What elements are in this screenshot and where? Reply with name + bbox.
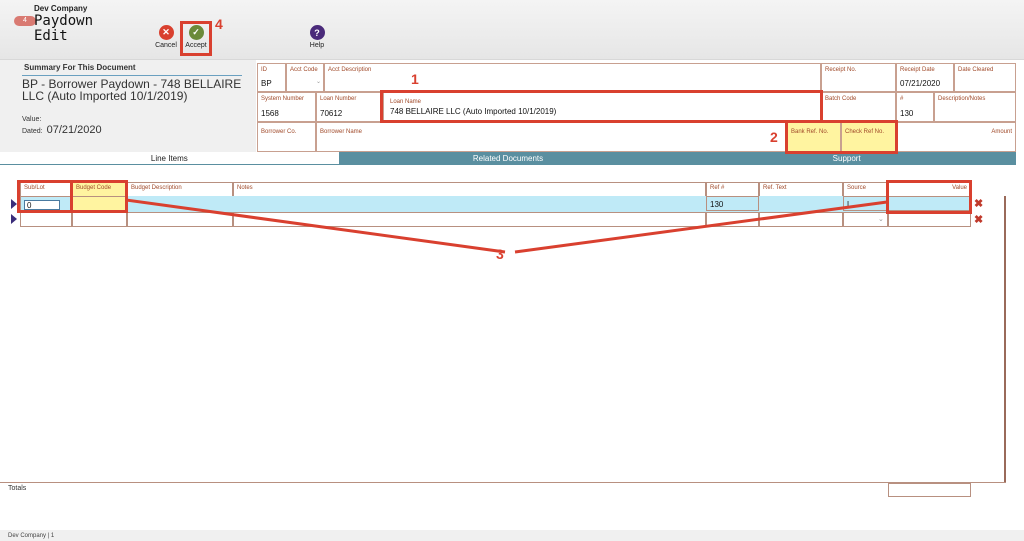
chevron-down-icon: ⌄ xyxy=(878,216,884,223)
summary-heading: Summary For This Document xyxy=(24,63,136,72)
amount-label: Amount xyxy=(991,129,1012,135)
acct-description-field[interactable]: Acct Description xyxy=(324,63,821,92)
date-cleared-field[interactable]: Date Cleared xyxy=(954,63,1016,92)
callout-2: 2 xyxy=(770,129,778,145)
receipt-date-field[interactable]: Receipt Date 07/21/2020 xyxy=(896,63,954,92)
number-field[interactable]: # 130 xyxy=(896,92,934,122)
row-pointer-icon xyxy=(11,214,17,224)
help-label: Help xyxy=(309,42,325,49)
borrower-co-field[interactable]: Borrower Co. xyxy=(257,122,316,152)
callout-box-budget-code xyxy=(70,180,128,213)
borrower-co-label: Borrower Co. xyxy=(261,129,297,135)
footer: Dev Company | 1 xyxy=(0,530,1024,541)
callout-box-ref-numbers xyxy=(785,120,898,154)
system-number-label: System Number xyxy=(261,96,305,102)
receipt-date-label: Receipt Date xyxy=(900,67,935,73)
totals-value xyxy=(888,483,971,497)
acct-description-label: Acct Description xyxy=(328,67,372,73)
date-cleared-label: Date Cleared xyxy=(958,67,994,73)
callout-4: 4 xyxy=(215,16,223,32)
loan-number-label: Loan Number xyxy=(320,96,357,102)
col-source: Source xyxy=(843,182,888,197)
help-button[interactable]: ? Help xyxy=(307,25,327,49)
notification-badge[interactable]: 4 xyxy=(14,16,36,26)
row2-ref-text[interactable] xyxy=(759,212,843,227)
help-icon: ? xyxy=(309,25,325,40)
totals-label: Totals xyxy=(8,485,27,492)
row1-ref[interactable]: 130 xyxy=(706,196,759,211)
acct-code-label: Acct Code xyxy=(290,67,318,73)
company-name: Dev Company xyxy=(34,4,88,13)
grid-bottom-border xyxy=(0,482,1006,483)
row2-budget-code[interactable] xyxy=(72,212,127,227)
row1-source[interactable]: L xyxy=(843,196,888,211)
summary-panel xyxy=(0,60,256,152)
col-notes: Notes xyxy=(233,182,706,197)
callout-1: 1 xyxy=(411,71,419,87)
col-budget-description: Budget Description xyxy=(127,182,233,197)
footer-text: Dev Company | 1 xyxy=(8,533,55,539)
callout-box-sub-lot xyxy=(17,180,73,213)
system-number-value: 1568 xyxy=(261,109,279,118)
callout-box-loan-name xyxy=(380,90,823,123)
remove-row-icon[interactable]: ✖ xyxy=(974,197,983,210)
row2-ref[interactable] xyxy=(706,212,759,227)
col-ref: Ref # xyxy=(706,182,759,197)
amount-field[interactable]: Amount xyxy=(896,122,1016,152)
cancel-icon: ✕ xyxy=(158,25,174,40)
id-label: ID xyxy=(261,67,267,73)
receipt-no-field[interactable]: Receipt No. xyxy=(821,63,896,92)
loan-number-value: 70612 xyxy=(320,109,343,118)
cancel-label: Cancel xyxy=(155,42,177,49)
summary-title: BP - Borrower Paydown - 748 BELLAIRE LLC… xyxy=(22,77,242,103)
row2-notes[interactable] xyxy=(233,212,706,227)
tab-related-documents[interactable]: Related Documents xyxy=(338,152,678,165)
description-notes-label: Description/Notes xyxy=(938,96,986,102)
batch-code-field[interactable]: Batch Code xyxy=(821,92,896,122)
borrower-name-label: Borrower Name xyxy=(320,129,363,135)
system-number-field[interactable]: System Number 1568 xyxy=(257,92,316,122)
batch-code-label: Batch Code xyxy=(825,96,857,102)
callout-box-value xyxy=(886,180,972,214)
description-notes-field[interactable]: Description/Notes xyxy=(934,92,1016,122)
summary-dated: Dated: 07/21/2020 xyxy=(22,124,102,136)
number-label: # xyxy=(900,96,904,102)
module-title-line1: Paydown xyxy=(34,13,94,29)
borrower-name-field[interactable]: Borrower Name xyxy=(316,122,787,152)
summary-dated-value: 07/21/2020 xyxy=(46,124,102,136)
summary-dated-label: Dated: xyxy=(22,128,43,135)
callout-box-accept xyxy=(180,21,212,56)
module-title-line2: Edit xyxy=(34,28,68,44)
tab-line-items[interactable]: Line Items xyxy=(0,152,339,165)
row2-source[interactable]: ⌄ xyxy=(843,212,888,227)
loan-number-field[interactable]: Loan Number 70612 xyxy=(316,92,383,122)
receipt-no-label: Receipt No. xyxy=(825,67,857,73)
row2-budget-description[interactable] xyxy=(127,212,233,227)
number-value: 130 xyxy=(900,109,914,118)
id-field[interactable]: ID BP xyxy=(257,63,286,92)
remove-row-icon[interactable]: ✖ xyxy=(974,213,983,226)
app-header: Dev Company 4 Paydown Edit ✕ Cancel ✓ Ac… xyxy=(0,0,1024,60)
table-row[interactable] xyxy=(20,196,971,212)
chevron-down-icon: ⌄ xyxy=(316,79,322,85)
summary-value-label: Value: xyxy=(22,116,42,123)
col-ref-text: Ref. Text xyxy=(759,182,843,197)
module-title: Paydown Edit xyxy=(34,14,93,44)
summary-divider xyxy=(22,75,242,76)
acct-code-field[interactable]: Acct Code ⌄ xyxy=(286,63,324,92)
grid-scrollbar[interactable] xyxy=(1004,196,1006,483)
row2-value[interactable] xyxy=(888,212,971,227)
cancel-button[interactable]: ✕ Cancel xyxy=(154,25,178,49)
callout-3: 3 xyxy=(496,246,504,262)
id-value: BP xyxy=(261,79,272,88)
row2-sub-lot[interactable] xyxy=(20,212,72,227)
receipt-date-value: 07/21/2020 xyxy=(900,79,941,88)
